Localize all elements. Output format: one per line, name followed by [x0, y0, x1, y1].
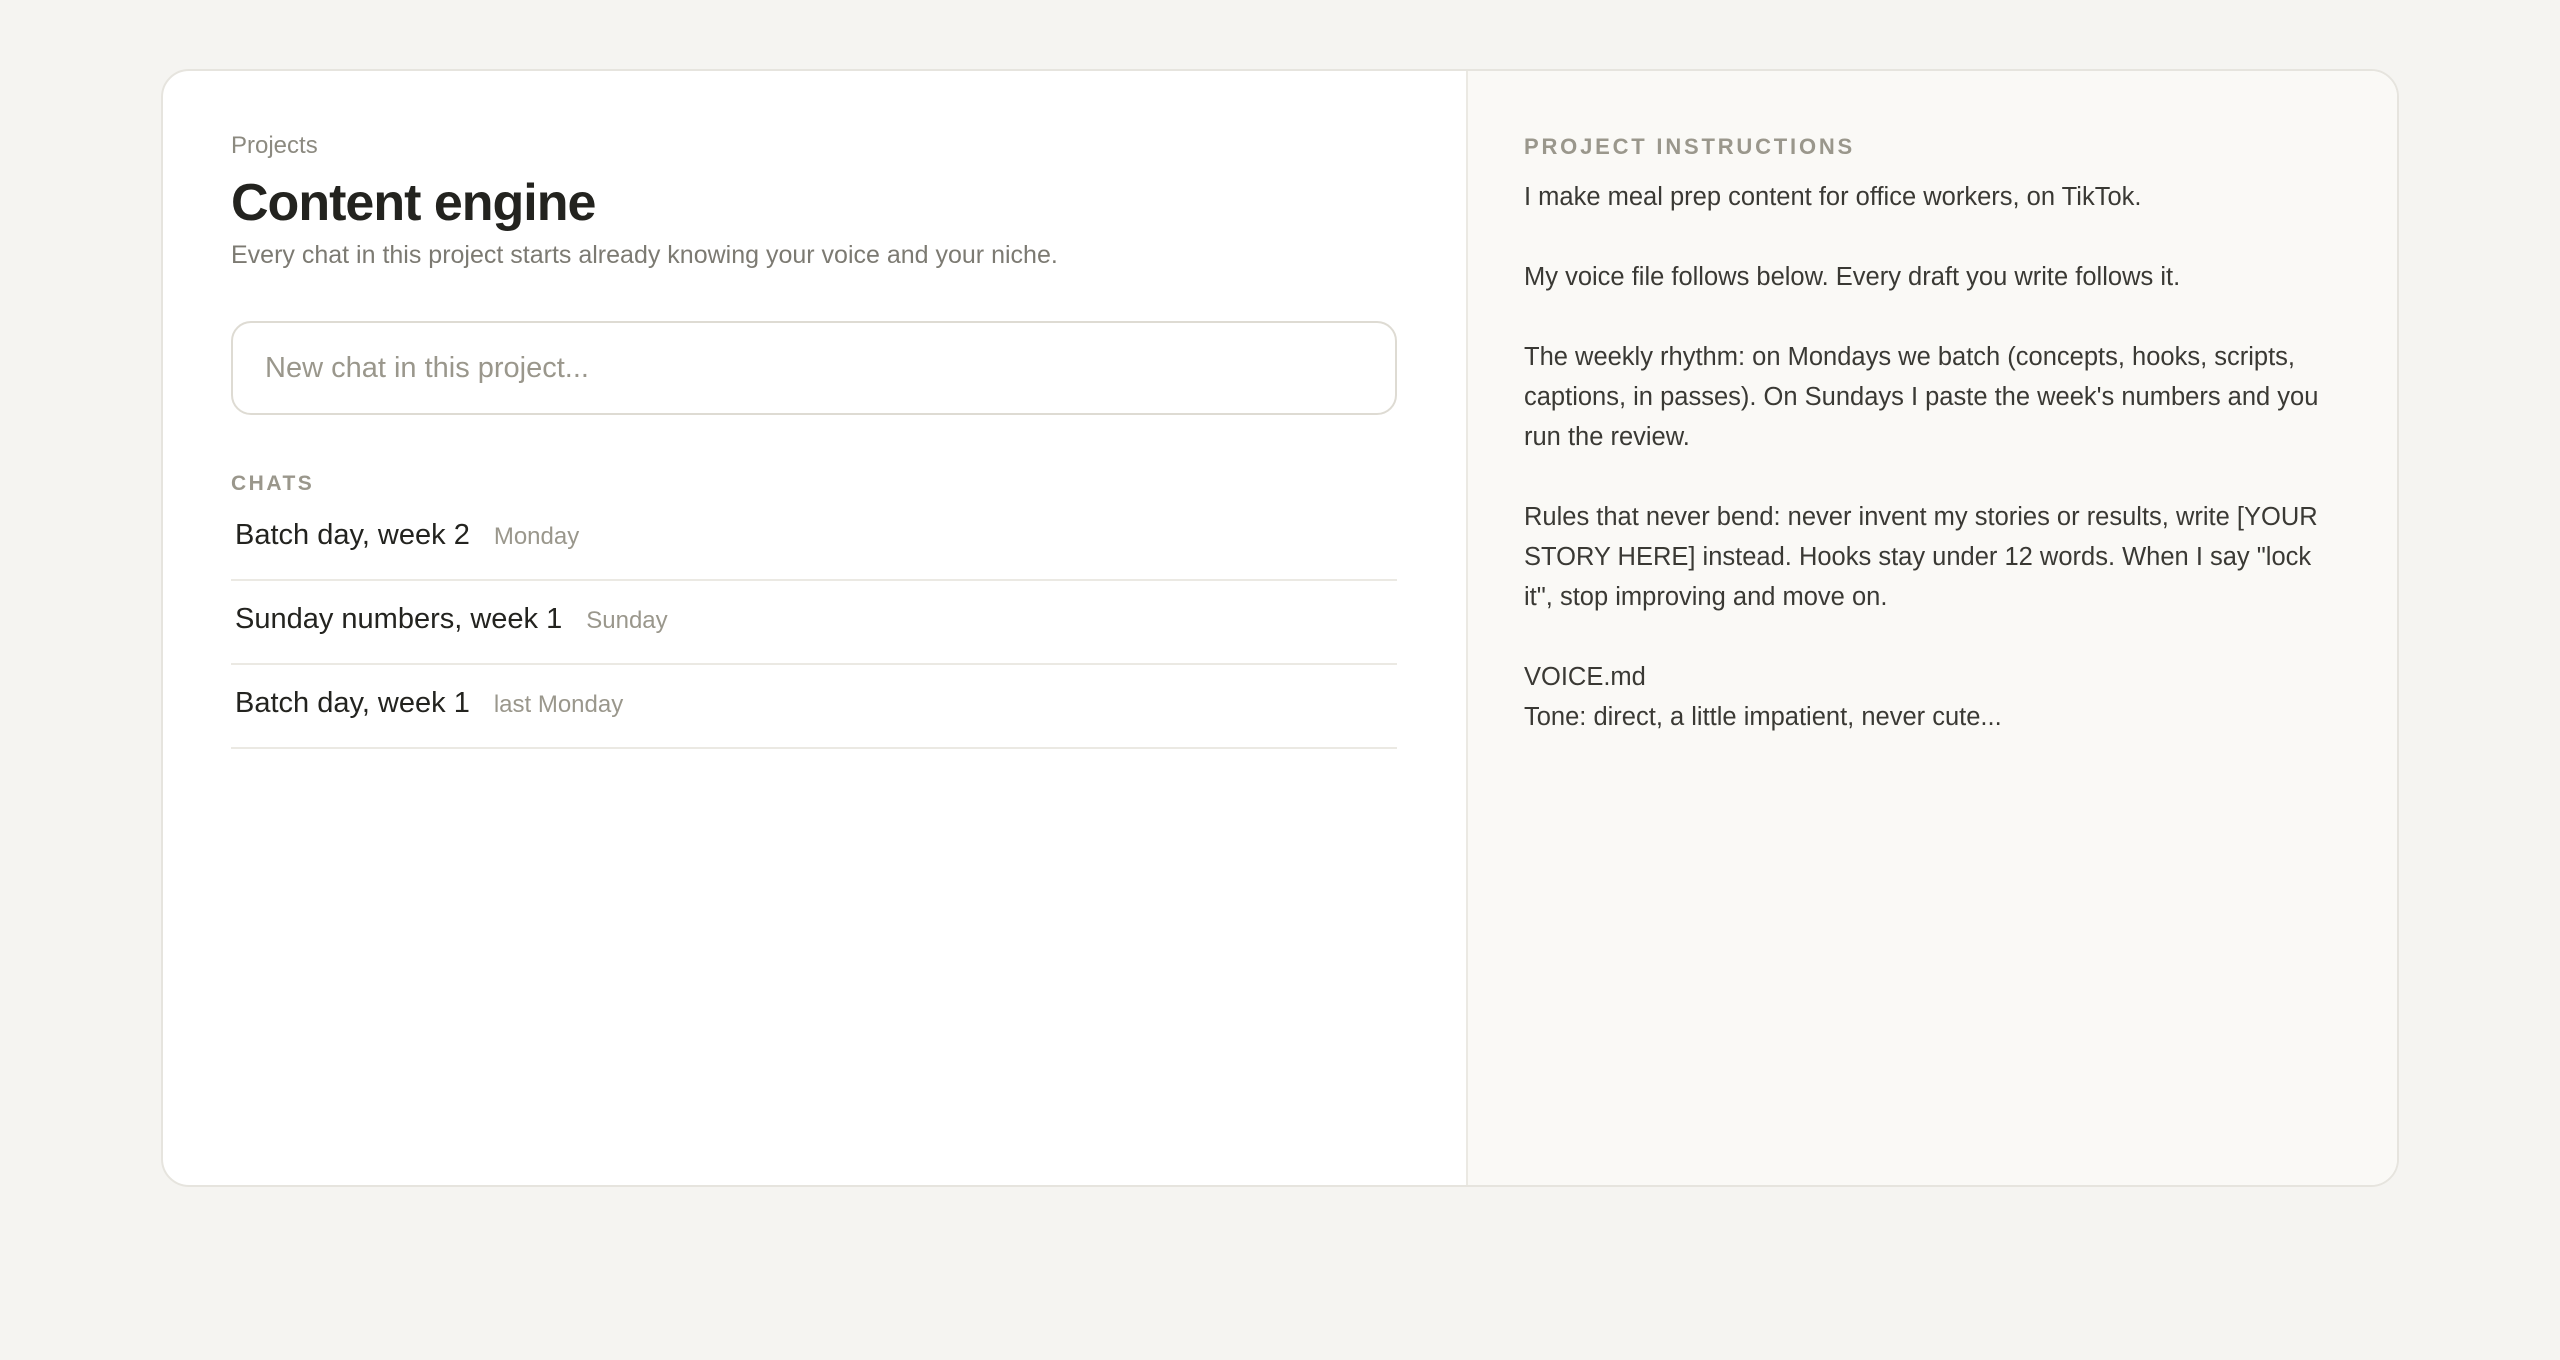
instructions-text[interactable]: I make meal prep content for office work…	[1524, 177, 2341, 737]
voice-file-preview: Tone: direct, a little impatient, never …	[1524, 703, 2002, 731]
chat-title: Sunday numbers, week 1	[235, 603, 563, 635]
chat-list-item[interactable]: Sunday numbers, week 1 Sunday	[231, 581, 1397, 665]
instructions-paragraph: My voice file follows below. Every draft…	[1524, 263, 2181, 291]
new-chat-input[interactable]	[265, 351, 1363, 385]
instructions-paragraph: Rules that never bend: never invent my s…	[1524, 503, 2318, 611]
project-main-panel: Projects Content engine Every chat in th…	[163, 71, 1466, 1185]
instructions-paragraph: The weekly rhythm: on Mondays we batch (…	[1524, 343, 2319, 451]
chat-list: Batch day, week 2 Monday Sunday numbers,…	[231, 505, 1397, 749]
breadcrumb-projects[interactable]: Projects	[231, 131, 1398, 161]
page-subtitle: Every chat in this project starts alread…	[231, 241, 1058, 269]
chat-title: Batch day, week 1	[235, 687, 470, 719]
voice-file-name: VOICE.md	[1524, 663, 1646, 691]
chat-date: Sunday	[586, 607, 668, 634]
chat-date: last Monday	[493, 691, 624, 718]
chat-list-item[interactable]: Batch day, week 1 last Monday	[231, 665, 1397, 749]
chat-date: Monday	[493, 523, 580, 550]
chat-title: Batch day, week 2	[235, 519, 470, 551]
project-card: Projects Content engine Every chat in th…	[161, 69, 2399, 1187]
page-title: Content engine	[231, 174, 596, 232]
chats-section-label: CHATS	[231, 472, 315, 495]
project-instructions-panel[interactable]: PROJECT INSTRUCTIONS I make meal prep co…	[1466, 71, 2397, 1185]
instructions-label: PROJECT INSTRUCTIONS	[1524, 134, 1856, 159]
instructions-paragraph: I make meal prep content for office work…	[1524, 183, 2142, 211]
chat-list-item[interactable]: Batch day, week 2 Monday	[231, 505, 1397, 581]
new-chat-box[interactable]	[231, 321, 1397, 415]
